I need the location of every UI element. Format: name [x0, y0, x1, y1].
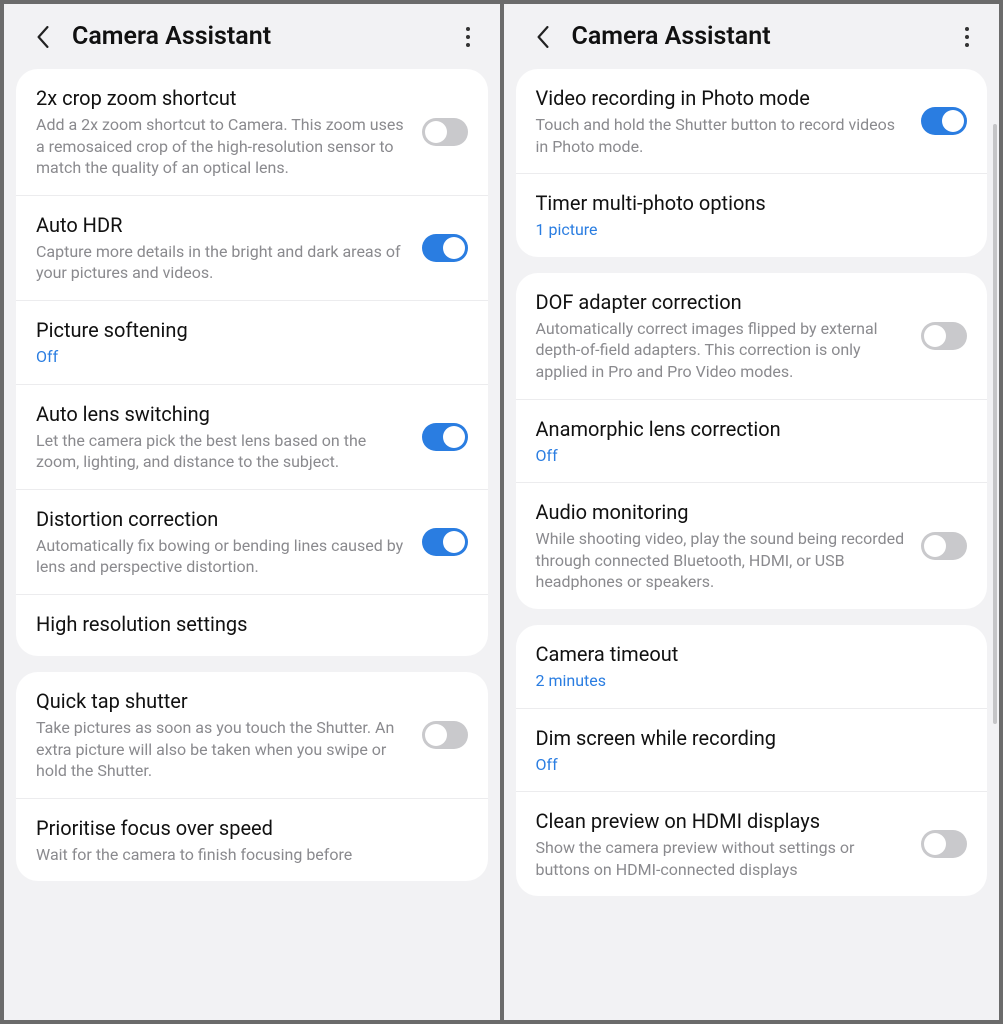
- setting-description: Automatically correct images flipped by …: [536, 318, 908, 383]
- setting-body: High resolution settings: [36, 611, 468, 640]
- settings-group: Video recording in Photo mode Touch and h…: [516, 69, 988, 257]
- setting-body: Auto lens switching Let the camera pick t…: [36, 401, 408, 473]
- setting-body: Clean preview on HDMI displays Show the c…: [536, 808, 908, 880]
- settings-group: Camera timeout 2 minutes Dim screen while …: [516, 625, 988, 896]
- setting-body: Audio monitoring While shooting video, pl…: [536, 499, 908, 593]
- setting-auto-lens[interactable]: Auto lens switching Let the camera pick t…: [16, 384, 488, 489]
- setting-picture-soft[interactable]: Picture softening Off: [16, 300, 488, 384]
- toggle-knob: [924, 535, 946, 557]
- settings-list-left: 2x crop zoom shortcut Add a 2x zoom short…: [4, 69, 500, 1020]
- setting-audio-mon[interactable]: Audio monitoring While shooting video, pl…: [516, 482, 988, 609]
- setting-crop-zoom[interactable]: 2x crop zoom shortcut Add a 2x zoom short…: [16, 69, 488, 195]
- setting-title: High resolution settings: [36, 611, 468, 637]
- setting-title: Camera timeout: [536, 641, 968, 667]
- setting-description: Automatically fix bowing or bending line…: [36, 535, 408, 578]
- setting-dim-screen[interactable]: Dim screen while recording Off: [516, 708, 988, 792]
- setting-video-photo[interactable]: Video recording in Photo mode Touch and h…: [516, 69, 988, 173]
- setting-title: 2x crop zoom shortcut: [36, 85, 408, 111]
- setting-body: Quick tap shutter Take pictures as soon a…: [36, 688, 408, 782]
- setting-title: Prioritise focus over speed: [36, 815, 468, 841]
- setting-prioritise-focus[interactable]: Prioritise focus over speed Wait for the …: [16, 798, 488, 882]
- toggle-knob: [924, 833, 946, 855]
- setting-value: Off: [36, 346, 468, 368]
- setting-title: Clean preview on HDMI displays: [536, 808, 908, 834]
- setting-title: Video recording in Photo mode: [536, 85, 908, 111]
- setting-description: Wait for the camera to finish focusing b…: [36, 844, 468, 866]
- setting-description: Touch and hold the Shutter button to rec…: [536, 114, 908, 157]
- setting-title: Quick tap shutter: [36, 688, 408, 714]
- setting-quick-tap[interactable]: Quick tap shutter Take pictures as soon a…: [16, 672, 488, 798]
- setting-body: Timer multi-photo options 1 picture: [536, 190, 968, 241]
- back-icon[interactable]: [532, 26, 554, 48]
- setting-body: 2x crop zoom shortcut Add a 2x zoom short…: [36, 85, 408, 179]
- scrollbar[interactable]: [993, 124, 997, 724]
- page-title: Camera Assistant: [572, 22, 938, 51]
- setting-title: Auto lens switching: [36, 401, 408, 427]
- more-icon[interactable]: [456, 25, 480, 49]
- page-title: Camera Assistant: [72, 22, 438, 51]
- toggle-clean-preview[interactable]: [921, 830, 967, 858]
- toggle-dof-adapter[interactable]: [921, 322, 967, 350]
- setting-description: While shooting video, play the sound bei…: [536, 528, 908, 593]
- setting-description: Take pictures as soon as you touch the S…: [36, 717, 408, 782]
- setting-body: Auto HDR Capture more details in the brig…: [36, 212, 408, 284]
- toggle-quick-tap[interactable]: [422, 721, 468, 749]
- toggle-knob: [443, 426, 465, 448]
- toggle-knob: [924, 325, 946, 347]
- setting-body: Camera timeout 2 minutes: [536, 641, 968, 692]
- setting-body: Prioritise focus over speed Wait for the …: [36, 815, 468, 866]
- setting-timer-multi[interactable]: Timer multi-photo options 1 picture: [516, 173, 988, 257]
- setting-body: Picture softening Off: [36, 317, 468, 368]
- toggle-distortion[interactable]: [422, 528, 468, 556]
- toggle-knob: [425, 724, 447, 746]
- setting-distortion[interactable]: Distortion correction Automatically fix b…: [16, 489, 488, 594]
- setting-value: 1 picture: [536, 219, 968, 241]
- header: Camera Assistant: [4, 4, 500, 69]
- setting-title: Timer multi-photo options: [536, 190, 968, 216]
- setting-title: Audio monitoring: [536, 499, 908, 525]
- setting-anamorphic[interactable]: Anamorphic lens correction Off: [516, 399, 988, 483]
- setting-description: Show the camera preview without settings…: [536, 837, 908, 880]
- setting-value: Off: [536, 445, 968, 467]
- setting-body: Video recording in Photo mode Touch and h…: [536, 85, 908, 157]
- setting-title: Dim screen while recording: [536, 725, 968, 751]
- setting-clean-preview[interactable]: Clean preview on HDMI displays Show the c…: [516, 791, 988, 896]
- settings-group: DOF adapter correction Automatically corr…: [516, 273, 988, 609]
- setting-description: Capture more details in the bright and d…: [36, 241, 408, 284]
- setting-description: Let the camera pick the best lens based …: [36, 430, 408, 473]
- settings-group: 2x crop zoom shortcut Add a 2x zoom short…: [16, 69, 488, 656]
- back-icon[interactable]: [32, 26, 54, 48]
- setting-auto-hdr[interactable]: Auto HDR Capture more details in the brig…: [16, 195, 488, 300]
- setting-title: DOF adapter correction: [536, 289, 908, 315]
- setting-body: DOF adapter correction Automatically corr…: [536, 289, 908, 383]
- setting-body: Distortion correction Automatically fix b…: [36, 506, 408, 578]
- setting-value: Off: [536, 754, 968, 776]
- toggle-knob: [942, 110, 964, 132]
- screen-right: Camera Assistant Video recording in Phot…: [504, 4, 1000, 1020]
- setting-value: 2 minutes: [536, 670, 968, 692]
- toggle-audio-mon[interactable]: [921, 532, 967, 560]
- setting-description: Add a 2x zoom shortcut to Camera. This z…: [36, 114, 408, 179]
- setting-dof-adapter[interactable]: DOF adapter correction Automatically corr…: [516, 273, 988, 399]
- toggle-knob: [443, 531, 465, 553]
- more-icon[interactable]: [955, 25, 979, 49]
- setting-cam-timeout[interactable]: Camera timeout 2 minutes: [516, 625, 988, 708]
- screen-left: Camera Assistant 2x crop zoom shortcut Ad…: [4, 4, 500, 1020]
- toggle-auto-hdr[interactable]: [422, 234, 468, 262]
- toggle-video-photo[interactable]: [921, 107, 967, 135]
- settings-group: Quick tap shutter Take pictures as soon a…: [16, 672, 488, 881]
- setting-high-res[interactable]: High resolution settings: [16, 594, 488, 656]
- setting-body: Anamorphic lens correction Off: [536, 416, 968, 467]
- toggle-crop-zoom[interactable]: [422, 118, 468, 146]
- setting-title: Picture softening: [36, 317, 468, 343]
- setting-body: Dim screen while recording Off: [536, 725, 968, 776]
- setting-title: Distortion correction: [36, 506, 408, 532]
- setting-title: Auto HDR: [36, 212, 408, 238]
- setting-title: Anamorphic lens correction: [536, 416, 968, 442]
- toggle-knob: [425, 121, 447, 143]
- toggle-knob: [443, 237, 465, 259]
- header: Camera Assistant: [504, 4, 1000, 69]
- toggle-auto-lens[interactable]: [422, 423, 468, 451]
- settings-list-right: Video recording in Photo mode Touch and h…: [504, 69, 1000, 1020]
